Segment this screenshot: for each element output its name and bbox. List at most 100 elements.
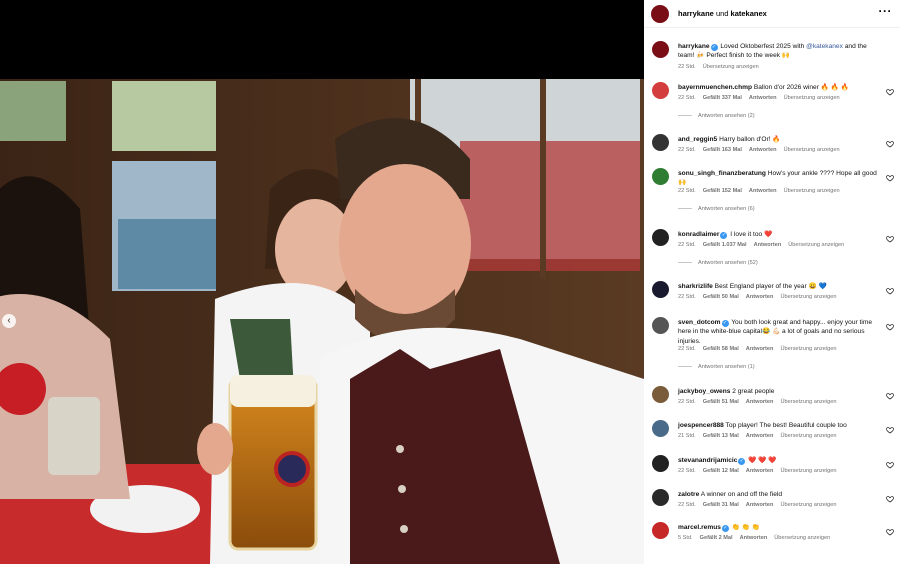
timestamp[interactable]: 22 Std. xyxy=(678,294,696,300)
avatar[interactable] xyxy=(652,229,669,246)
reply-button[interactable]: Antworten xyxy=(746,346,774,352)
caption-username[interactable]: harrykane xyxy=(678,43,710,50)
heart-icon[interactable] xyxy=(886,88,894,96)
comment-text: sharkrizlife Best England player of the … xyxy=(678,282,884,291)
timestamp[interactable]: 22 Std. xyxy=(678,502,696,508)
avatar[interactable] xyxy=(651,5,669,23)
translate-link[interactable]: Übersetzung anzeigen xyxy=(780,433,836,439)
timestamp[interactable]: 21 Std. xyxy=(678,433,696,439)
comment-username[interactable]: jackyboy_owens xyxy=(678,388,730,395)
like-count[interactable]: Gefällt 31 Mal xyxy=(703,502,739,508)
heart-icon[interactable] xyxy=(886,140,894,148)
carousel-prev-button[interactable]: ‹ xyxy=(2,314,16,328)
heart-icon[interactable] xyxy=(886,528,894,536)
translate-link[interactable]: Übersetzung anzeigen xyxy=(774,535,830,541)
heart-icon[interactable] xyxy=(886,323,894,331)
reply-button[interactable]: Antworten xyxy=(746,468,774,474)
like-count[interactable]: Gefällt 163 Mal xyxy=(703,147,742,153)
comment-username[interactable]: sharkrizlife xyxy=(678,283,713,290)
timestamp[interactable]: 22 Std. xyxy=(678,242,696,248)
heart-icon[interactable] xyxy=(886,235,894,243)
view-replies-button[interactable]: Antworten ansehen (1) xyxy=(678,364,755,370)
reply-button[interactable]: Antworten xyxy=(746,294,774,300)
reply-button[interactable]: Antworten xyxy=(746,399,774,405)
caption-mention[interactable]: @katekanex xyxy=(806,43,843,50)
comment-body: Harry ballon d'Or! 🔥 xyxy=(719,136,781,143)
avatar[interactable] xyxy=(652,386,669,403)
avatar[interactable] xyxy=(652,82,669,99)
like-count[interactable]: Gefällt 58 Mal xyxy=(703,346,739,352)
post-photo[interactable] xyxy=(0,79,644,564)
reply-button[interactable]: Antworten xyxy=(749,147,777,153)
timestamp[interactable]: 22 Std. xyxy=(678,95,696,101)
translate-link[interactable]: Übersetzung anzeigen xyxy=(780,399,836,405)
reply-button[interactable]: Antworten xyxy=(749,188,777,194)
translate-link[interactable]: Übersetzung anzeigen xyxy=(780,294,836,300)
timestamp[interactable]: 22 Std. xyxy=(678,346,696,352)
like-count[interactable]: Gefällt 13 Mal xyxy=(703,433,739,439)
translate-link[interactable]: Übersetzung anzeigen xyxy=(784,147,840,153)
reply-button[interactable]: Antworten xyxy=(746,433,774,439)
comment-username[interactable]: stevanandrijamicic xyxy=(678,457,737,464)
like-count[interactable]: Gefällt 12 Mal xyxy=(703,468,739,474)
comment-meta: 22 Std. Gefällt 31 Mal Antworten Übersetzun… xyxy=(678,502,843,508)
like-count[interactable]: Gefällt 337 Mal xyxy=(703,95,742,101)
view-replies-button[interactable]: Antworten ansehen (52) xyxy=(678,260,758,266)
heart-icon[interactable] xyxy=(886,461,894,469)
comment-text: konradlaimer ✓ I love it too ❤️ xyxy=(678,230,884,239)
comment-username[interactable]: bayernmuenchen.chmp xyxy=(678,84,752,91)
translate-link[interactable]: Übersetzung anzeigen xyxy=(780,346,836,352)
timestamp[interactable]: 22 Std. xyxy=(678,468,696,474)
reply-button[interactable]: Antworten xyxy=(754,242,782,248)
heart-icon[interactable] xyxy=(886,495,894,503)
avatar[interactable] xyxy=(652,522,669,539)
avatar[interactable] xyxy=(652,41,669,58)
translate-link[interactable]: Übersetzung anzeigen xyxy=(780,502,836,508)
comment-meta: 22 Std. Gefällt 51 Mal Antworten Übersetzun… xyxy=(678,399,843,405)
comment-username[interactable]: zalotre xyxy=(678,491,699,498)
more-options-icon[interactable]: ··· xyxy=(879,4,893,18)
timestamp[interactable]: 22 Std. xyxy=(678,64,696,70)
comment-username[interactable]: sonu_singh_finanzberatung xyxy=(678,170,766,177)
translate-link[interactable]: Übersetzung anzeigen xyxy=(780,468,836,474)
heart-icon[interactable] xyxy=(886,426,894,434)
reply-button[interactable]: Antworten xyxy=(746,502,774,508)
avatar[interactable] xyxy=(652,317,669,334)
caption-body: Loved Oktoberfest 2025 with xyxy=(718,43,807,50)
avatar[interactable] xyxy=(652,281,669,298)
heart-icon[interactable] xyxy=(886,174,894,182)
reply-button[interactable]: Antworten xyxy=(740,535,768,541)
translate-link[interactable]: Übersetzung anzeigen xyxy=(784,95,840,101)
reply-button[interactable]: Antworten xyxy=(749,95,777,101)
timestamp[interactable]: 22 Std. xyxy=(678,147,696,153)
heart-icon[interactable] xyxy=(886,392,894,400)
comment-username[interactable]: marcel.remus xyxy=(678,524,721,531)
like-count[interactable]: Gefällt 51 Mal xyxy=(703,399,739,405)
avatar[interactable] xyxy=(652,134,669,151)
translate-link[interactable]: Übersetzung anzeigen xyxy=(703,64,759,70)
avatar[interactable] xyxy=(652,455,669,472)
author-joiner: und xyxy=(713,9,731,18)
view-replies-button[interactable]: Antworten ansehen (6) xyxy=(678,206,755,212)
comment-body: Ballon d'or 2026 winer 🔥 🔥 🔥 xyxy=(753,84,850,91)
comment-username[interactable]: sven_dotcom xyxy=(678,319,721,326)
timestamp[interactable]: 22 Std. xyxy=(678,188,696,194)
comment-username[interactable]: konradlaimer xyxy=(678,231,719,238)
heart-icon[interactable] xyxy=(886,287,894,295)
like-count[interactable]: Gefällt 50 Mal xyxy=(703,294,739,300)
translate-link[interactable]: Übersetzung anzeigen xyxy=(784,188,840,194)
like-count[interactable]: Gefällt 152 Mal xyxy=(703,188,742,194)
translate-link[interactable]: Übersetzung anzeigen xyxy=(788,242,844,248)
comment-username[interactable]: and_reggin5 xyxy=(678,136,717,143)
author-link[interactable]: harrykane xyxy=(678,9,714,18)
avatar[interactable] xyxy=(652,489,669,506)
timestamp[interactable]: 5 Std. xyxy=(678,535,693,541)
like-count[interactable]: Gefällt 2 Mal xyxy=(700,535,733,541)
avatar[interactable] xyxy=(652,168,669,185)
view-replies-button[interactable]: Antworten ansehen (2) xyxy=(678,113,755,119)
timestamp[interactable]: 22 Std. xyxy=(678,399,696,405)
avatar[interactable] xyxy=(652,420,669,437)
comment-username[interactable]: joespencer888 xyxy=(678,422,724,429)
like-count[interactable]: Gefällt 1.037 Mal xyxy=(703,242,747,248)
coauthor-link[interactable]: katekanex xyxy=(731,9,767,18)
